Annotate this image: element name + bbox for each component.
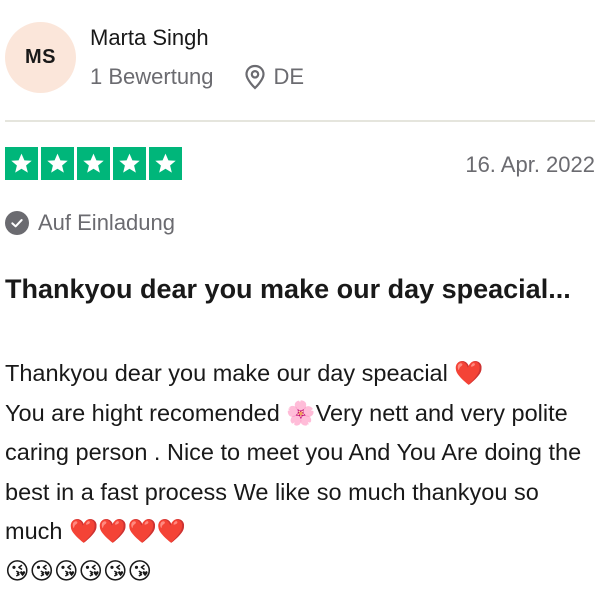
review-body: Thankyou dear you make our day speacial …	[5, 360, 582, 584]
verified-check-icon	[5, 211, 29, 235]
star-icon	[41, 147, 74, 180]
star-icon	[77, 147, 110, 180]
invite-label: Auf Einladung	[38, 210, 175, 235]
reviewer-country: DE	[273, 64, 305, 89]
avatar-initials: MS	[25, 46, 56, 68]
reviewer-meta: 1 Bewertung DE	[90, 64, 304, 90]
star-icon	[149, 147, 182, 180]
location-pin-icon	[244, 64, 266, 90]
star-icon	[5, 147, 38, 180]
invite-badge[interactable]: Auf Einladung	[5, 210, 175, 236]
review-count: 1 Bewertung	[90, 64, 214, 89]
star-icon	[113, 147, 146, 180]
reviewer-name[interactable]: Marta Singh	[90, 25, 209, 51]
review-date: 16. Apr. 2022	[465, 152, 595, 177]
star-rating	[5, 147, 182, 180]
divider	[5, 120, 595, 122]
review-title[interactable]: Thankyou dear you make our day speacial.…	[5, 270, 595, 308]
avatar[interactable]: MS	[5, 22, 76, 93]
